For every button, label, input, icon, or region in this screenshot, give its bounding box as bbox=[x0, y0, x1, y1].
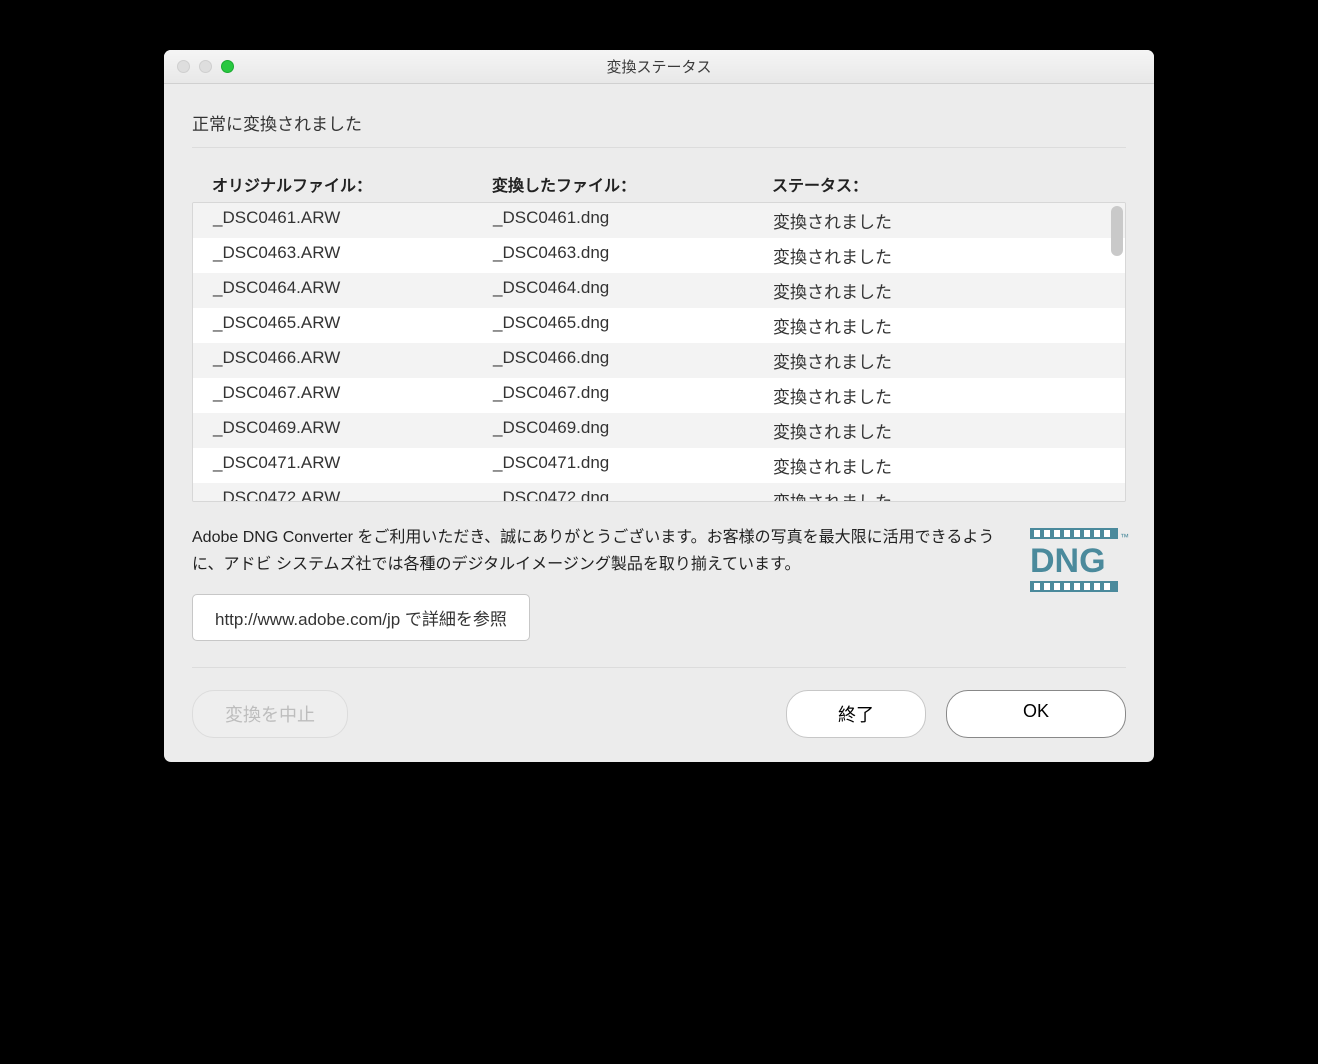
cell-status: 変換されました bbox=[773, 383, 1105, 408]
titlebar: 変換ステータス bbox=[164, 50, 1154, 84]
header-status: ステータス： bbox=[772, 172, 1106, 196]
cell-converted: _DSC0463.dng bbox=[493, 243, 773, 268]
table-row[interactable]: _DSC0469.ARW_DSC0469.dng変換されました bbox=[193, 413, 1125, 448]
cell-status: 変換されました bbox=[773, 418, 1105, 443]
dng-logo-tm: ™ bbox=[1120, 532, 1129, 542]
window-zoom-icon[interactable] bbox=[221, 60, 234, 73]
cell-original: _DSC0472.ARW bbox=[213, 488, 493, 502]
table-row[interactable]: _DSC0472.ARW_DSC0472.dng変換されました bbox=[193, 483, 1125, 502]
dng-logo-icon: DNG ™ bbox=[1030, 528, 1126, 592]
cell-status: 変換されました bbox=[773, 348, 1105, 373]
thank-you-block: Adobe DNG Converter をご利用いただき、誠にありがとうございま… bbox=[192, 524, 1126, 641]
cell-status: 変換されました bbox=[773, 453, 1105, 478]
table-row[interactable]: _DSC0464.ARW_DSC0464.dng変換されました bbox=[193, 273, 1125, 308]
cell-original: _DSC0463.ARW bbox=[213, 243, 493, 268]
cell-status: 変換されました bbox=[773, 243, 1105, 268]
status-message: 正常に変換されました bbox=[192, 104, 1126, 148]
window-minimize-icon[interactable] bbox=[199, 60, 212, 73]
scrollbar-thumb[interactable] bbox=[1111, 206, 1123, 256]
cell-converted: _DSC0469.dng bbox=[493, 418, 773, 443]
cancel-conversion-button: 変換を中止 bbox=[192, 690, 348, 738]
table-header: オリジナルファイル： 変換したファイル： ステータス： bbox=[192, 166, 1126, 202]
cell-converted: _DSC0464.dng bbox=[493, 278, 773, 303]
right-buttons: 終了 OK bbox=[786, 690, 1126, 738]
cell-converted: _DSC0471.dng bbox=[493, 453, 773, 478]
cell-original: _DSC0465.ARW bbox=[213, 313, 493, 338]
table-row[interactable]: _DSC0466.ARW_DSC0466.dng変換されました bbox=[193, 343, 1125, 378]
cell-original: _DSC0469.ARW bbox=[213, 418, 493, 443]
window-close-icon[interactable] bbox=[177, 60, 190, 73]
cell-original: _DSC0466.ARW bbox=[213, 348, 493, 373]
traffic-lights bbox=[164, 60, 234, 73]
table-row[interactable]: _DSC0461.ARW_DSC0461.dng変換されました bbox=[193, 203, 1125, 238]
table-row[interactable]: _DSC0465.ARW_DSC0465.dng変換されました bbox=[193, 308, 1125, 343]
cell-status: 変換されました bbox=[773, 313, 1105, 338]
window-title: 変換ステータス bbox=[164, 56, 1154, 77]
cell-status: 変換されました bbox=[773, 208, 1105, 233]
cell-status: 変換されました bbox=[773, 278, 1105, 303]
table-row[interactable]: _DSC0467.ARW_DSC0467.dng変換されました bbox=[193, 378, 1125, 413]
button-row: 変換を中止 終了 OK bbox=[192, 668, 1126, 738]
table-row[interactable]: _DSC0463.ARW_DSC0463.dng変換されました bbox=[193, 238, 1125, 273]
cell-original: _DSC0467.ARW bbox=[213, 383, 493, 408]
header-original: オリジナルファイル： bbox=[212, 172, 492, 196]
cell-converted: _DSC0467.dng bbox=[493, 383, 773, 408]
cell-status: 変換されました bbox=[773, 488, 1105, 502]
dialog-window: 変換ステータス 正常に変換されました オリジナルファイル： 変換したファイル： … bbox=[164, 50, 1154, 762]
cell-original: _DSC0464.ARW bbox=[213, 278, 493, 303]
cell-converted: _DSC0461.dng bbox=[493, 208, 773, 233]
dialog-content: 正常に変換されました オリジナルファイル： 変換したファイル： ステータス： _… bbox=[164, 84, 1154, 762]
cell-original: _DSC0471.ARW bbox=[213, 453, 493, 478]
conversion-table: オリジナルファイル： 変換したファイル： ステータス： _DSC0461.ARW… bbox=[192, 166, 1126, 502]
details-link-button[interactable]: http://www.adobe.com/jp で詳細を参照 bbox=[192, 594, 530, 641]
ok-button[interactable]: OK bbox=[946, 690, 1126, 738]
dng-logo-text: DNG bbox=[1030, 542, 1106, 580]
cell-converted: _DSC0472.dng bbox=[493, 488, 773, 502]
cell-converted: _DSC0466.dng bbox=[493, 348, 773, 373]
table-row[interactable]: _DSC0471.ARW_DSC0471.dng変換されました bbox=[193, 448, 1125, 483]
cell-original: _DSC0461.ARW bbox=[213, 208, 493, 233]
thank-you-column: Adobe DNG Converter をご利用いただき、誠にありがとうございま… bbox=[192, 524, 1000, 641]
thank-you-text: Adobe DNG Converter をご利用いただき、誠にありがとうございま… bbox=[192, 524, 1000, 578]
table-body: _DSC0461.ARW_DSC0461.dng変換されました_DSC0463.… bbox=[192, 202, 1126, 502]
cell-converted: _DSC0465.dng bbox=[493, 313, 773, 338]
header-converted: 変換したファイル： bbox=[492, 172, 772, 196]
quit-button[interactable]: 終了 bbox=[786, 690, 926, 738]
